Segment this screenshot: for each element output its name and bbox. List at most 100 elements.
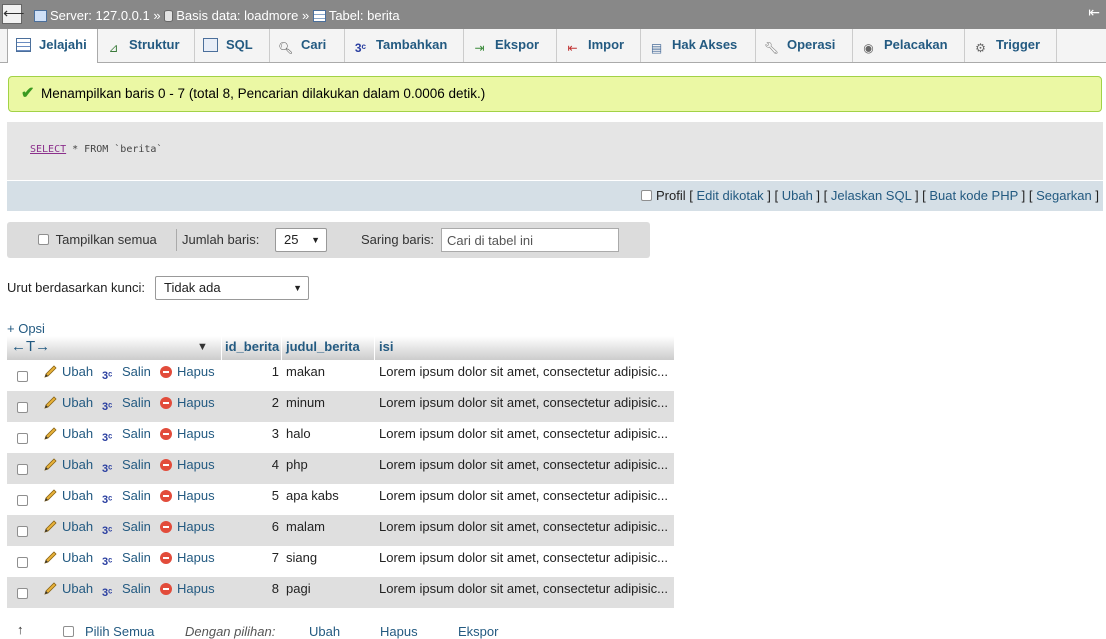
select-all-checkbox[interactable] bbox=[63, 626, 74, 637]
row-checkbox[interactable] bbox=[17, 402, 28, 413]
cell-id-berita[interactable]: 3 bbox=[272, 422, 279, 446]
row-delete-button[interactable]: Hapus bbox=[160, 422, 215, 446]
row-delete-button[interactable]: Hapus bbox=[160, 515, 215, 539]
back-arrow-icon[interactable]: ⟵ bbox=[2, 4, 25, 24]
cell-judul-berita[interactable]: minum bbox=[286, 391, 325, 415]
profile-checkbox[interactable] bbox=[641, 190, 653, 201]
breadcrumb-database[interactable]: Basis data: loadmore bbox=[176, 1, 298, 30]
row-checkbox[interactable] bbox=[17, 464, 28, 475]
column-header-isi[interactable]: isi bbox=[379, 336, 393, 358]
cell-isi[interactable]: Lorem ipsum dolor sit amet, consectetur … bbox=[379, 422, 668, 446]
tab-privileges[interactable]: ▤ Hak Akses bbox=[641, 29, 756, 62]
bulk-delete-link[interactable]: Hapus bbox=[380, 624, 418, 639]
row-edit-button[interactable]: Ubah bbox=[43, 546, 93, 570]
row-edit-button[interactable]: Ubah bbox=[43, 484, 93, 508]
show-all-control[interactable]: Tampilkan semua bbox=[38, 222, 157, 258]
cell-id-berita[interactable]: 6 bbox=[272, 515, 279, 539]
bulk-edit-link[interactable]: Ubah bbox=[309, 624, 340, 639]
row-copy-button[interactable]: 3ᶜ Salin bbox=[102, 360, 151, 384]
cell-isi[interactable]: Lorem ipsum dolor sit amet, consectetur … bbox=[379, 484, 668, 508]
breadcrumb-server[interactable]: Server: 127.0.0.1 bbox=[50, 1, 150, 30]
collapse-icon[interactable]: ⇤ bbox=[1088, 4, 1100, 20]
filter-rows-input[interactable] bbox=[441, 228, 619, 252]
row-checkbox[interactable] bbox=[17, 526, 28, 537]
tab-structure[interactable]: ⊿ Struktur bbox=[98, 29, 195, 62]
cell-isi[interactable]: Lorem ipsum dolor sit amet, consectetur … bbox=[379, 453, 668, 477]
row-delete-button[interactable]: Hapus bbox=[160, 577, 215, 601]
create-php-code-link[interactable]: Buat kode PHP bbox=[929, 188, 1018, 203]
row-checkbox[interactable] bbox=[17, 557, 28, 568]
show-all-checkbox[interactable] bbox=[38, 234, 49, 245]
row-checkbox[interactable] bbox=[17, 588, 28, 599]
row-checkbox[interactable] bbox=[17, 433, 28, 444]
edit-sql-link[interactable]: Ubah bbox=[782, 188, 813, 203]
row-delete-button[interactable]: Hapus bbox=[160, 391, 215, 415]
row-copy-button[interactable]: 3ᶜ Salin bbox=[102, 453, 151, 477]
options-link[interactable]: + Opsi bbox=[7, 321, 45, 336]
cell-isi[interactable]: Lorem ipsum dolor sit amet, consectetur … bbox=[379, 391, 668, 415]
cell-id-berita[interactable]: 4 bbox=[272, 453, 279, 477]
cell-judul-berita[interactable]: siang bbox=[286, 546, 317, 570]
column-resize-icon[interactable]: ←T→ bbox=[11, 336, 50, 358]
row-checkbox[interactable] bbox=[17, 495, 28, 506]
refresh-link[interactable]: Segarkan bbox=[1036, 188, 1092, 203]
tab-search[interactable]: 🔍︎ Cari bbox=[270, 29, 345, 62]
profile-label: Profil bbox=[656, 188, 686, 203]
tab-sql[interactable]: SQL bbox=[195, 29, 270, 62]
cell-isi[interactable]: Lorem ipsum dolor sit amet, consectetur … bbox=[379, 360, 668, 384]
column-header-id-berita[interactable]: id_berita bbox=[225, 336, 279, 358]
tab-import[interactable]: ⇤ Impor bbox=[557, 29, 641, 62]
cell-id-berita[interactable]: 8 bbox=[272, 577, 279, 601]
row-copy-button[interactable]: 3ᶜ Salin bbox=[102, 577, 151, 601]
sort-by-key-select[interactable]: Tidak ada ▼ bbox=[155, 276, 309, 300]
cell-isi[interactable]: Lorem ipsum dolor sit amet, consectetur … bbox=[379, 515, 668, 539]
row-copy-button[interactable]: 3ᶜ Salin bbox=[102, 515, 151, 539]
row-edit-label: Ubah bbox=[62, 519, 94, 534]
column-header-judul-berita[interactable]: judul_berita bbox=[286, 336, 360, 358]
tab-tracking[interactable]: ◉ Pelacakan bbox=[853, 29, 965, 62]
row-copy-button[interactable]: 3ᶜ Salin bbox=[102, 484, 151, 508]
tab-export[interactable]: ⇥ Ekspor bbox=[464, 29, 557, 62]
row-delete-button[interactable]: Hapus bbox=[160, 484, 215, 508]
row-edit-button[interactable]: Ubah bbox=[43, 422, 93, 446]
row-edit-button[interactable]: Ubah bbox=[43, 391, 93, 415]
cell-id-berita[interactable]: 1 bbox=[272, 360, 279, 384]
row-copy-button[interactable]: 3ᶜ Salin bbox=[102, 546, 151, 570]
cell-judul-berita[interactable]: pagi bbox=[286, 577, 311, 601]
tracking-icon: ◉ bbox=[863, 41, 874, 55]
cell-judul-berita[interactable]: apa kabs bbox=[286, 484, 339, 508]
sql-keyword[interactable]: SELECT bbox=[30, 144, 66, 155]
breadcrumb-table[interactable]: Tabel: berita bbox=[329, 1, 400, 30]
cell-id-berita[interactable]: 7 bbox=[272, 546, 279, 570]
edit-inline-link[interactable]: Edit dikotak bbox=[696, 188, 763, 203]
tab-browse[interactable]: Jelajahi bbox=[7, 29, 98, 63]
cell-judul-berita[interactable]: php bbox=[286, 453, 308, 477]
select-all-link[interactable]: Pilih Semua bbox=[85, 624, 154, 639]
row-edit-button[interactable]: Ubah bbox=[43, 577, 93, 601]
sql-query: SELECT * FROM `berita` bbox=[30, 144, 162, 155]
row-delete-button[interactable]: Hapus bbox=[160, 453, 215, 477]
row-delete-button[interactable]: Hapus bbox=[160, 546, 215, 570]
cell-id-berita[interactable]: 5 bbox=[272, 484, 279, 508]
row-edit-button[interactable]: Ubah bbox=[43, 453, 93, 477]
row-edit-button[interactable]: Ubah bbox=[43, 360, 93, 384]
tab-insert[interactable]: 3ᶜ Tambahkan bbox=[345, 29, 464, 62]
row-edit-button[interactable]: Ubah bbox=[43, 515, 93, 539]
cell-judul-berita[interactable]: halo bbox=[286, 422, 311, 446]
row-checkbox[interactable] bbox=[17, 371, 28, 382]
row-copy-button[interactable]: 3ᶜ Salin bbox=[102, 422, 151, 446]
row-delete-button[interactable]: Hapus bbox=[160, 360, 215, 384]
cell-isi[interactable]: Lorem ipsum dolor sit amet, consectetur … bbox=[379, 546, 668, 570]
cell-judul-berita[interactable]: malam bbox=[286, 515, 325, 539]
privileges-icon: ▤ bbox=[650, 41, 663, 55]
cell-judul-berita[interactable]: makan bbox=[286, 360, 325, 384]
rows-per-page-select[interactable]: 25 ▼ bbox=[275, 228, 327, 252]
cell-id-berita[interactable]: 2 bbox=[272, 391, 279, 415]
explain-sql-link[interactable]: Jelaskan SQL bbox=[831, 188, 911, 203]
row-copy-button[interactable]: 3ᶜ Salin bbox=[102, 391, 151, 415]
tab-operations[interactable]: 🔧︎ Operasi bbox=[756, 29, 853, 62]
tab-trigger[interactable]: ⚙︎ Trigger bbox=[965, 29, 1057, 62]
sort-dropdown-icon[interactable]: ▼ bbox=[197, 336, 208, 358]
cell-isi[interactable]: Lorem ipsum dolor sit amet, consectetur … bbox=[379, 577, 668, 601]
bulk-export-link[interactable]: Ekspor bbox=[458, 624, 498, 639]
